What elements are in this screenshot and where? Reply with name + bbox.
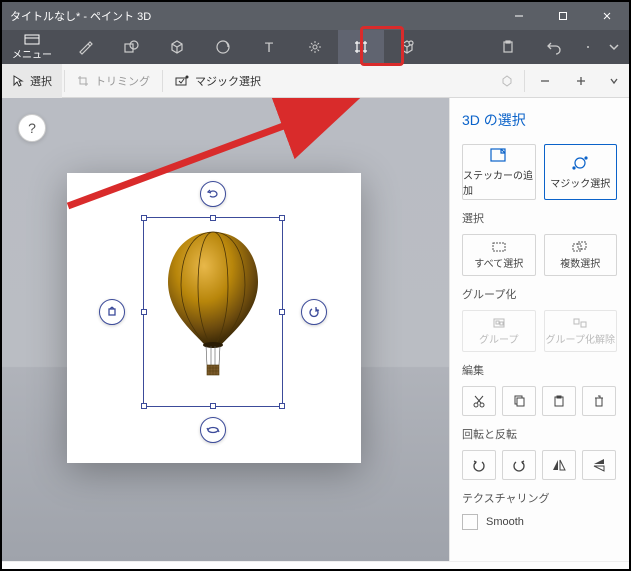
title-bar: タイトルなし* - ペイント 3D [2,2,629,30]
window-title: タイトルなし* - ペイント 3D [2,8,497,24]
multi-select-button[interactable]: 複数選択 [544,234,618,276]
undo-button[interactable] [531,30,577,64]
canvas-viewport[interactable]: ? [2,98,449,561]
text-tool[interactable]: T [246,30,292,64]
multi-select-label: 複数選択 [560,255,600,270]
magic-select-label: マジック選択 [550,175,610,190]
rotate-left-button[interactable] [462,450,496,480]
view-3d-button[interactable] [492,64,522,98]
menu-button[interactable]: メニュー [2,30,62,64]
paste-button[interactable] [542,386,576,416]
select-mode-button[interactable]: 選択 [2,64,62,98]
help-button[interactable]: ? [18,114,46,142]
section-group-label: グループ化 [462,286,617,302]
library-3d-tool[interactable] [384,30,430,64]
shapes-2d-tool[interactable] [108,30,154,64]
paste-tool[interactable] [485,30,531,64]
group-label: グループ [479,331,518,346]
shapes-3d-tool[interactable] [154,30,200,64]
more-dropdown[interactable] [577,30,599,64]
crop-button[interactable]: トリミング [67,64,160,98]
rotate-z-handle[interactable] [200,181,226,207]
group-button[interactable]: グループ [462,310,536,352]
ungroup-button[interactable]: グループ化解除 [544,310,618,352]
crop-label: トリミング [95,73,150,89]
canvas[interactable] [67,173,361,463]
smooth-checkbox[interactable] [462,514,478,530]
rotate-right-button[interactable] [502,450,536,480]
close-button[interactable] [585,2,629,30]
rotate-free-handle[interactable] [200,417,226,443]
flip-horizontal-button[interactable] [542,450,576,480]
add-sticker-label: ステッカーの追加 [463,167,535,197]
divider [64,70,65,92]
svg-text:T: T [265,39,274,55]
magic-select-button[interactable]: マジック選択 [165,64,271,98]
magic-label: マジック選択 [195,73,261,89]
divider [162,70,163,92]
effects-tool[interactable] [292,30,338,64]
select-all-label: すべて選択 [474,255,523,270]
zoom-out-button[interactable] [527,64,563,98]
add-sticker-card[interactable]: ステッカーの追加 [462,144,536,200]
delete-button[interactable] [582,386,616,416]
smooth-label: Smooth [486,516,524,528]
maximize-button[interactable] [541,2,585,30]
panel-title: 3D の選択 [462,110,617,130]
help-label: ? [28,120,36,136]
bottom-scrollbar[interactable] [2,561,629,569]
magic-select-card[interactable]: マジック選択 [544,144,618,200]
main-toolbar: メニュー T [2,30,629,64]
stickers-tool[interactable] [200,30,246,64]
menu-label: メニュー [12,46,52,61]
minimize-button[interactable] [497,2,541,30]
balloon-3d-object[interactable] [163,227,263,387]
section-texture-label: テクスチャリング [462,490,617,506]
smooth-checkbox-row[interactable]: Smooth [462,514,617,530]
select-label: 選択 [30,73,52,89]
section-rotate-label: 回転と反転 [462,426,617,442]
select-all-button[interactable]: すべて選択 [462,234,536,276]
zoom-in-button[interactable] [563,64,599,98]
flip-vertical-button[interactable] [582,450,616,480]
canvas-tool[interactable] [338,30,384,64]
side-panel: 3D の選択 ステッカーの追加 マジック選択 選択 すべて選択 [449,98,629,561]
rotate-y-handle[interactable] [99,299,125,325]
rotate-x-handle[interactable] [301,299,327,325]
zoom-dropdown[interactable] [599,64,629,98]
cut-button[interactable] [462,386,496,416]
divider [524,70,525,92]
section-select-label: 選択 [462,210,617,226]
section-edit-label: 編集 [462,362,617,378]
copy-button[interactable] [502,386,536,416]
expand-panel-button[interactable] [599,30,629,64]
brush-tool[interactable] [62,30,108,64]
selection-toolbar: 選択 トリミング マジック選択 [2,64,629,98]
ungroup-label: グループ化解除 [546,331,615,346]
